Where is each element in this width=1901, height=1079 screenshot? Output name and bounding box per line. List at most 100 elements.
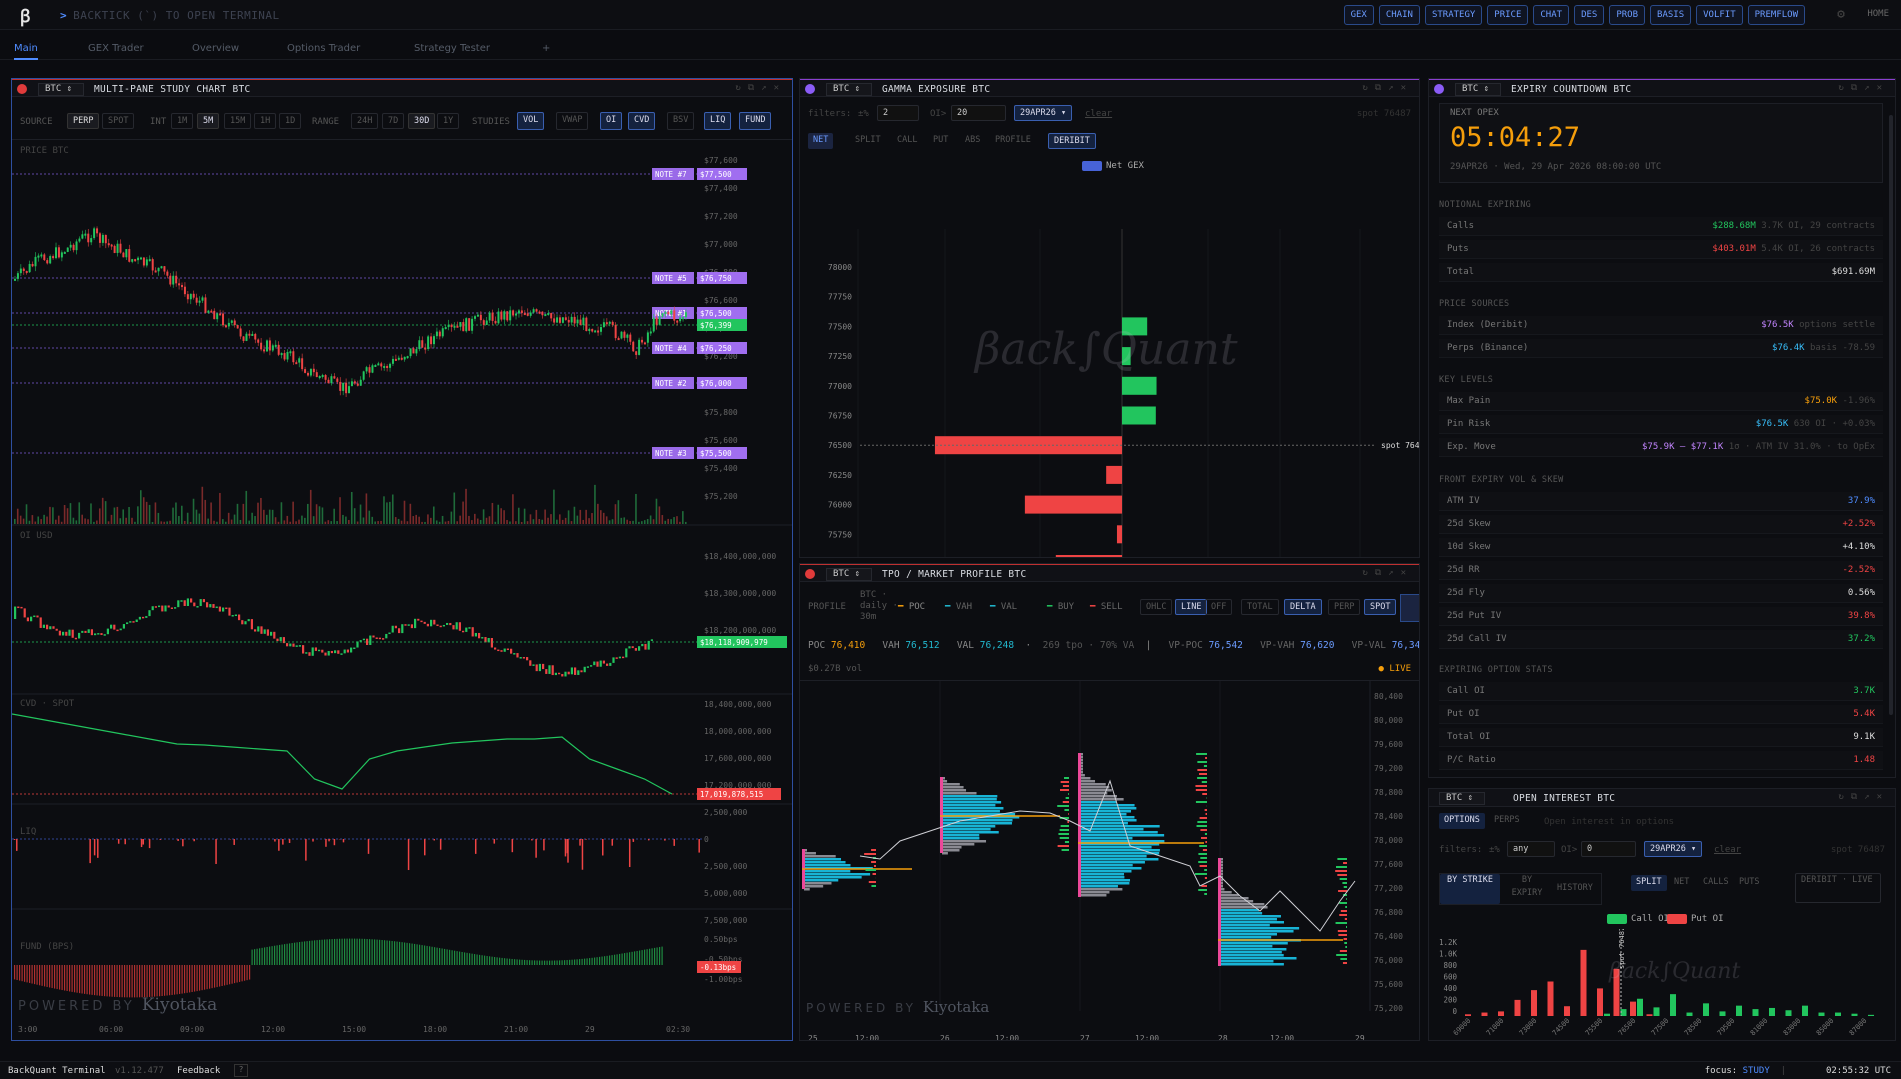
opt-off[interactable]: OFF (1205, 599, 1233, 615)
scrollbar[interactable] (1889, 115, 1893, 715)
panel-window-controls[interactable]: ↻⧉↗✕ (1838, 792, 1889, 802)
venue-deribit[interactable]: DERIBIT (1048, 133, 1096, 149)
panel-window-controls[interactable]: ↻⧉↗✕ (1362, 568, 1413, 578)
pct-input[interactable]: any (1507, 841, 1555, 857)
view-by-expiry[interactable]: BY EXPIRY (1502, 874, 1552, 904)
fn-button-volfit[interactable]: VOLFIT (1696, 5, 1743, 25)
gear-icon[interactable]: ⚙ (1837, 7, 1845, 22)
study-vwap[interactable]: VWAP (556, 112, 589, 130)
source-spot[interactable]: SPOT (102, 113, 135, 129)
volume-bar (242, 503, 245, 524)
range-1y[interactable]: 1Y (437, 113, 460, 129)
symbol-selector[interactable]: BTC ⇕ (826, 83, 872, 96)
fn-button-prob[interactable]: PROB (1609, 5, 1646, 25)
funding-bar (431, 946, 433, 965)
study-oi[interactable]: OI (600, 112, 623, 130)
symbol-selector[interactable]: BTC ⇕ (38, 83, 84, 96)
opt-ohlc[interactable]: OHLC (1140, 599, 1173, 615)
mode-puts[interactable]: PUTS (1734, 875, 1764, 891)
symbol-selector[interactable]: BTC ⇕ (1455, 83, 1501, 96)
mode-call[interactable]: CALL (892, 133, 922, 149)
oi-candle (225, 607, 228, 610)
opt-spot[interactable]: SPOT (1364, 599, 1397, 615)
expiry-select[interactable]: 29APR26 ▾ (1014, 105, 1073, 121)
panel-window-controls[interactable]: ↻⧉↗✕ (735, 83, 786, 93)
opt-delta[interactable]: DELTA (1284, 599, 1322, 615)
study-bsv[interactable]: BSV (667, 112, 695, 130)
volume-bar (222, 519, 224, 524)
delta-row (1061, 849, 1069, 851)
funding-bar (599, 956, 601, 965)
liq-bar (288, 839, 291, 843)
volume-bar (424, 521, 426, 524)
fn-button-price[interactable]: PRICE (1487, 5, 1529, 25)
study-fund[interactable]: FUND (739, 112, 772, 130)
collapse-tab[interactable] (1400, 594, 1419, 622)
panel-window-controls[interactable]: ↻⧉↗✕ (1838, 83, 1889, 93)
fn-button-chat[interactable]: CHAT (1533, 5, 1570, 25)
feedback-link[interactable]: Feedback (177, 1066, 220, 1076)
fn-button-des[interactable]: DES (1574, 5, 1605, 25)
oi-input[interactable]: 0 (1581, 841, 1636, 857)
panel-header: BTC ⇕ GAMMA EXPOSURE BTC ↻⧉↗✕ (800, 79, 1419, 97)
home-button[interactable]: HOME (1867, 9, 1889, 19)
fn-button-strategy[interactable]: STRATEGY (1424, 5, 1483, 25)
range-7d[interactable]: 7D (382, 113, 405, 129)
view-history[interactable]: HISTORY (1552, 881, 1598, 897)
clear-filters-link[interactable]: clear (1714, 845, 1741, 855)
tab-strategy-tester[interactable]: Strategy Tester (414, 43, 490, 54)
mode-calls[interactable]: CALLS (1698, 875, 1734, 891)
mode-split[interactable]: SPLIT (1631, 875, 1667, 891)
fn-button-basis[interactable]: BASIS (1650, 5, 1692, 25)
int-5m[interactable]: 5M (197, 113, 220, 129)
range-30d[interactable]: 30D (408, 113, 436, 129)
mode-net[interactable]: NET (1669, 875, 1694, 891)
study-vol[interactable]: VOL (517, 112, 545, 130)
volume-bar (397, 518, 400, 524)
command-prompt[interactable]: > BACKTICK (`) TO OPEN TERMINAL (60, 9, 280, 22)
opt-line[interactable]: LINE (1175, 599, 1208, 615)
tpo-row (804, 876, 862, 879)
symbol-selector[interactable]: BTC ⇕ (1439, 792, 1485, 805)
fn-button-premflow[interactable]: PREMFLOW (1747, 5, 1805, 25)
range-24h[interactable]: 24H (351, 113, 379, 129)
oi-chart[interactable]: 1.2K1.0K8006004002000spot 7648769000 7100… (1429, 929, 1896, 1041)
mode-put[interactable]: PUT (928, 133, 953, 149)
add-tab-button[interactable]: + (542, 43, 550, 54)
expiry-select[interactable]: 29APR26 ▾ (1644, 841, 1703, 857)
tab-main[interactable]: Main (14, 43, 38, 60)
mode-net[interactable]: NET (808, 133, 834, 149)
tab-options[interactable]: OPTIONS (1439, 813, 1485, 829)
help-button[interactable]: ? (234, 1064, 248, 1077)
oi-input[interactable]: 20 (951, 105, 1006, 121)
app-logo[interactable]: ꞵ (20, 4, 40, 27)
view-by-strike[interactable]: BY STRIKE (1440, 874, 1500, 904)
int-15m[interactable]: 15M (224, 113, 252, 129)
fn-button-gex[interactable]: GEX (1343, 5, 1374, 25)
tab-gex-trader[interactable]: GEX Trader (88, 43, 144, 54)
clear-filters-link[interactable]: clear (1085, 109, 1112, 119)
tpo-chart[interactable]: 80,400 80,000 79,600 79,200 78,800 78,400 78,0… (800, 681, 1420, 1041)
panel-window-controls[interactable]: ↻⧉↗✕ (1362, 83, 1413, 93)
int-1d[interactable]: 1D (279, 113, 302, 129)
int-1m[interactable]: 1M (171, 113, 194, 129)
mode-profile[interactable]: PROFILE (990, 133, 1036, 149)
tab-overview[interactable]: Overview (192, 43, 239, 54)
mode-split[interactable]: SPLIT (850, 133, 886, 149)
app-name: BackQuant Terminal (8, 1066, 106, 1076)
study-chart-canvas[interactable]: $77,600$77,400$77,200$77,000$76,800$76,6… (12, 139, 793, 1041)
opt-perp[interactable]: PERP (1328, 599, 1361, 615)
int-1h[interactable]: 1H (254, 113, 277, 129)
symbol-selector[interactable]: BTC ⇕ (826, 568, 872, 581)
tab-options-trader[interactable]: Options Trader (287, 43, 360, 54)
opt-total[interactable]: TOTAL (1241, 599, 1279, 615)
fn-button-chain[interactable]: CHAIN (1378, 5, 1420, 25)
mode-abs[interactable]: ABS (960, 133, 985, 149)
source-perp[interactable]: PERP (67, 113, 100, 129)
tab-perps[interactable]: PERPS (1489, 813, 1525, 829)
oi-candle (628, 646, 631, 649)
venue-deribit-live[interactable]: DERIBIT · LIVE (1795, 873, 1881, 903)
study-liq[interactable]: LIQ (704, 112, 732, 130)
pct-input[interactable]: 2 (877, 105, 919, 121)
study-cvd[interactable]: CVD (628, 112, 656, 130)
